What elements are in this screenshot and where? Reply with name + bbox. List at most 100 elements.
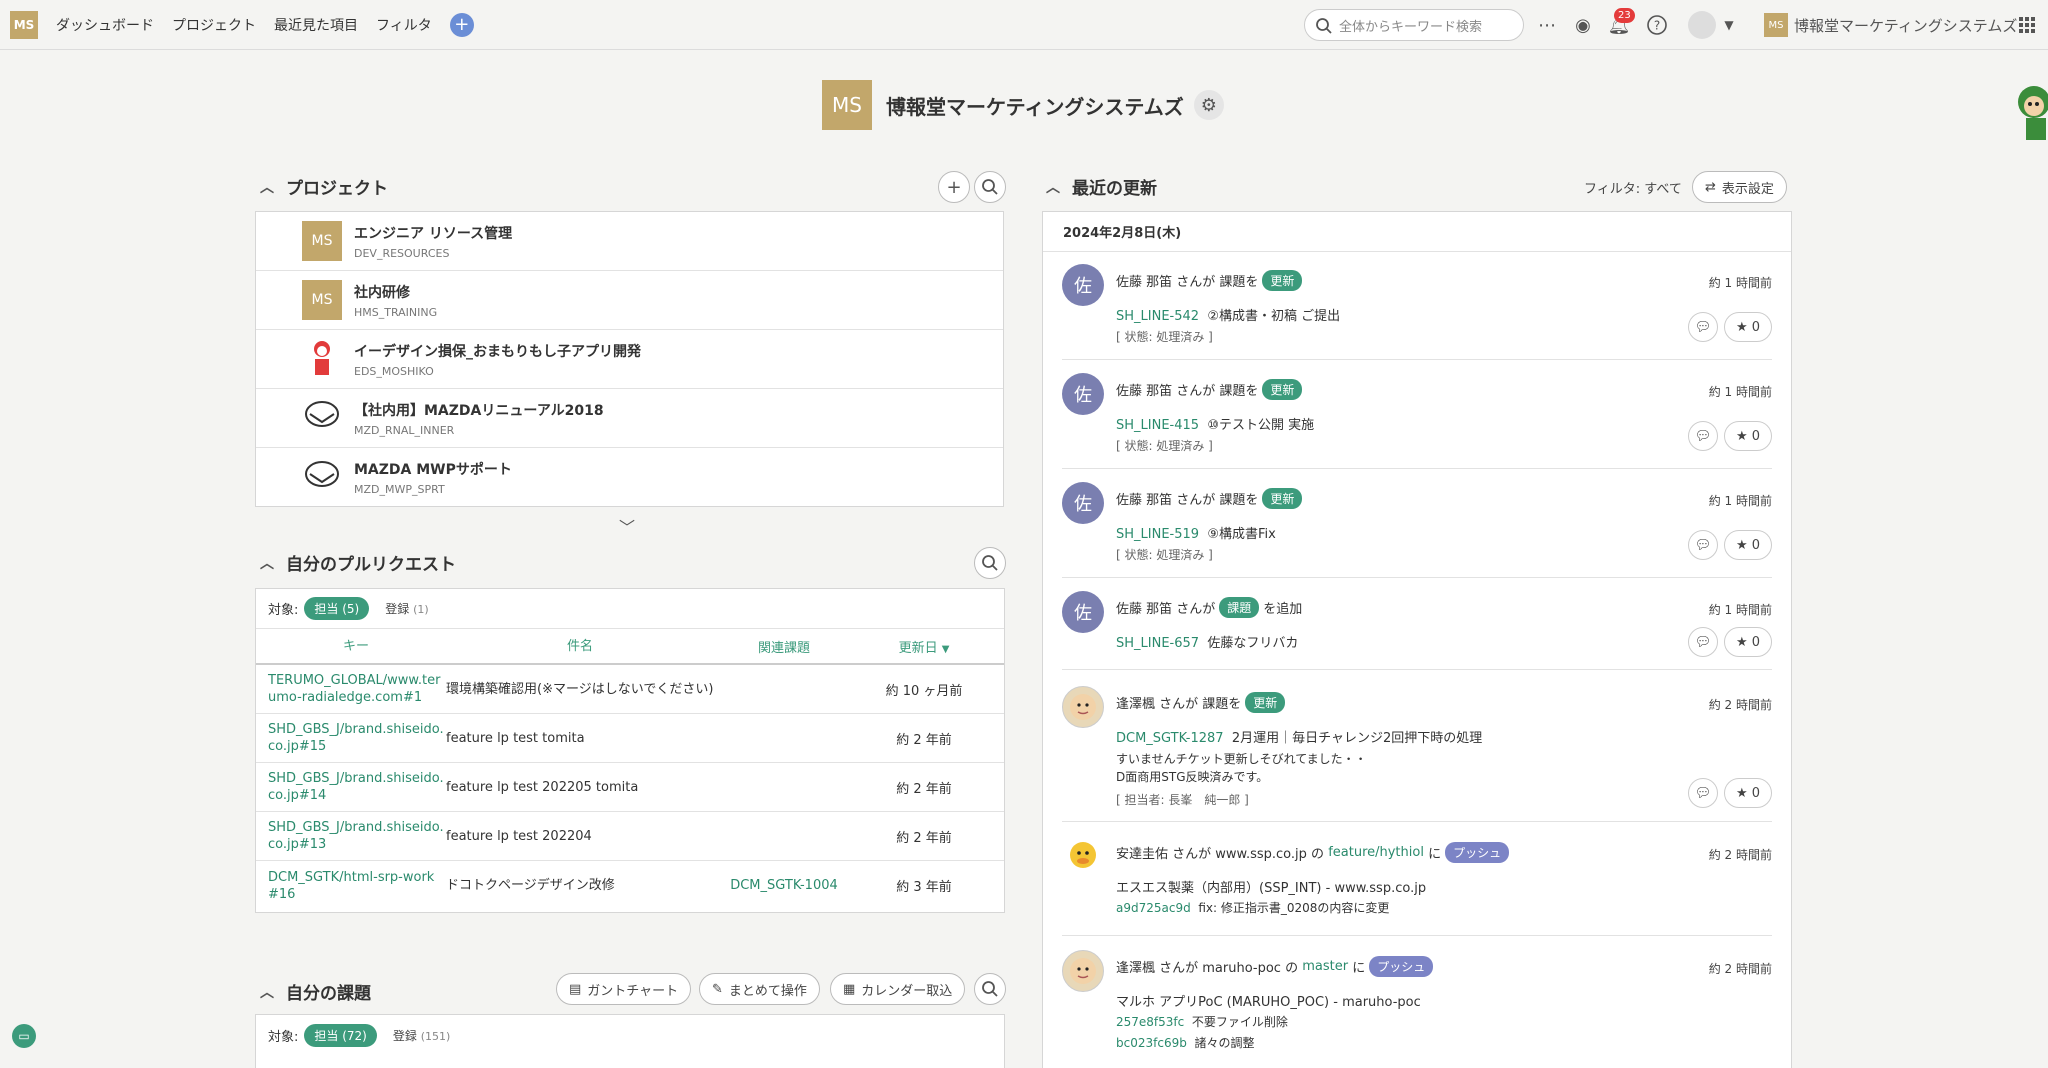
pr-key-link[interactable]: SHD_GBS_J/brand.shiseido.co.jp#13 bbox=[256, 819, 444, 853]
add-project-button[interactable]: + bbox=[938, 171, 970, 203]
search-issues-button[interactable] bbox=[974, 973, 1006, 1005]
project-item[interactable]: MS 社内研修 HMS_TRAINING bbox=[256, 271, 1003, 330]
repo-name: マルホ アプリPoC (MARUHO_POC) - maruho-poc bbox=[1116, 995, 1421, 1010]
project-item[interactable]: 【社内用】MAZDAリニューアル2018 MZD_RNAL_INNER bbox=[256, 389, 1003, 448]
project-name[interactable]: 【社内用】MAZDAリニューアル2018 bbox=[354, 400, 604, 420]
gear-icon[interactable]: ⚙ bbox=[1193, 90, 1224, 120]
chevron-up-icon[interactable]: ︿ bbox=[260, 553, 274, 573]
expand-projects-chevron-icon[interactable]: ﹀ bbox=[619, 514, 635, 538]
apps-grid-icon[interactable] bbox=[2014, 12, 2040, 38]
search-project-button[interactable] bbox=[974, 171, 1006, 203]
pr-related[interactable]: DCM_SGTK-1004 bbox=[714, 878, 854, 893]
commit-hash-link[interactable]: bc023fc69b bbox=[1116, 1036, 1187, 1050]
tab-registered[interactable]: 登録 (151) bbox=[393, 1027, 450, 1044]
nav-dashboard[interactable]: ダッシュボード bbox=[56, 15, 154, 35]
nav-filter[interactable]: フィルタ bbox=[376, 15, 432, 35]
updates-filter[interactable]: フィルタ: すべて bbox=[1584, 178, 1682, 197]
avatar[interactable]: 佐 bbox=[1062, 591, 1104, 633]
add-button[interactable]: + bbox=[449, 12, 474, 37]
pr-key-link[interactable]: TERUMO_GLOBAL/www.terumo-radialedge.com#… bbox=[256, 672, 444, 706]
pr-key-link[interactable]: SHD_GBS_J/brand.shiseido.co.jp#14 bbox=[256, 770, 444, 804]
branch-link[interactable]: feature/hythiol bbox=[1328, 845, 1424, 860]
user-avatar[interactable] bbox=[1688, 11, 1716, 39]
tab-assigned[interactable]: 担当 (72) bbox=[304, 1023, 377, 1047]
star-button[interactable]: ★ 0 bbox=[1724, 778, 1772, 808]
avatar[interactable] bbox=[1062, 686, 1104, 728]
project-name[interactable]: イーデザイン損保_おまもりもし子アプリ開発 bbox=[354, 341, 641, 361]
avatar[interactable]: 佐 bbox=[1062, 264, 1104, 306]
issue-key-link[interactable]: DCM_SGTK-1287 bbox=[1116, 731, 1224, 746]
chevron-up-icon[interactable]: ︿ bbox=[1046, 177, 1060, 197]
table-row[interactable]: SHD_GBS_J/brand.shiseido.co.jp#15 featur… bbox=[256, 714, 1004, 763]
chevron-up-icon[interactable]: ︿ bbox=[260, 177, 274, 197]
comment-icon[interactable]: 💬︎ bbox=[1688, 778, 1718, 808]
col-header-key[interactable]: キー bbox=[256, 638, 444, 655]
table-row[interactable]: TERUMO_GLOBAL/www.terumo-radialedge.com#… bbox=[256, 665, 1004, 714]
comment-icon[interactable]: 💬︎ bbox=[1688, 421, 1718, 451]
col-header-related[interactable]: 関連課題 bbox=[714, 637, 854, 656]
search-icon bbox=[1316, 18, 1332, 34]
pr-title: ドコトクページデザイン改修 bbox=[446, 878, 615, 893]
nav-recent[interactable]: 最近見た項目 bbox=[274, 15, 358, 35]
col-header-title[interactable]: 件名 bbox=[444, 638, 714, 655]
avatar[interactable]: 佐 bbox=[1062, 373, 1104, 415]
avatar[interactable] bbox=[1062, 950, 1104, 992]
calendar-import-button[interactable]: ▦ カレンダー取込 bbox=[830, 973, 966, 1005]
chevron-up-icon[interactable]: ︿ bbox=[260, 982, 274, 1002]
project-key: EDS_MOSHIKO bbox=[354, 364, 434, 378]
comment-icon[interactable]: 💬︎ bbox=[1688, 627, 1718, 657]
pr-key-link[interactable]: SHD_GBS_J/brand.shiseido.co.jp#15 bbox=[256, 721, 444, 755]
project-item[interactable]: MS エンジニア リソース管理 DEV_RESOURCES bbox=[256, 212, 1003, 271]
pr-key-link[interactable]: DCM_SGTK/html-srp-work#16 bbox=[256, 869, 444, 903]
updates-section-title[interactable]: ︿ 最近の更新 bbox=[1046, 174, 1157, 199]
avatar[interactable]: 佐 bbox=[1062, 482, 1104, 524]
issue-key-link[interactable]: SH_LINE-519 bbox=[1116, 527, 1199, 542]
space-logo[interactable]: MS bbox=[1764, 13, 1788, 37]
pullrequests-section-title[interactable]: ︿ 自分のプルリクエスト bbox=[260, 550, 456, 575]
help-icon[interactable]: ? bbox=[1644, 12, 1670, 38]
commit-hash-link[interactable]: a9d725ac9d bbox=[1116, 901, 1191, 915]
comment-icon[interactable]: 💬︎ bbox=[1688, 530, 1718, 560]
star-button[interactable]: ★ 0 bbox=[1724, 312, 1772, 342]
app-logo[interactable]: MS bbox=[10, 10, 38, 39]
issue-key-link[interactable]: SH_LINE-415 bbox=[1116, 418, 1199, 433]
display-settings-button[interactable]: ⇄ 表示設定 bbox=[1692, 171, 1787, 203]
chat-icon[interactable]: ▭ bbox=[12, 1024, 36, 1048]
nav-projects[interactable]: プロジェクト bbox=[172, 15, 256, 35]
myissues-section-title[interactable]: ︿ 自分の課題 bbox=[260, 979, 371, 1004]
project-name[interactable]: 社内研修 bbox=[354, 282, 437, 302]
issue-key-link[interactable]: SH_LINE-657 bbox=[1116, 636, 1199, 651]
branch-link[interactable]: master bbox=[1302, 959, 1348, 974]
search-pr-button[interactable] bbox=[974, 547, 1006, 579]
issue-key-link[interactable]: SH_LINE-542 bbox=[1116, 309, 1199, 324]
pr-title: feature lp test 202205 tomita bbox=[446, 779, 639, 795]
space-header-logo: MS bbox=[822, 80, 872, 130]
gantt-chart-button[interactable]: ▤ ガントチャート bbox=[556, 973, 692, 1005]
project-item[interactable]: MAZDA MWPサポート MZD_MWP_SPRT bbox=[256, 448, 1003, 507]
comment-icon[interactable]: 💬︎ bbox=[1688, 312, 1718, 342]
project-name[interactable]: エンジニア リソース管理 bbox=[354, 223, 512, 243]
star-button[interactable]: ★ 0 bbox=[1724, 627, 1772, 657]
space-name[interactable]: 博報堂マーケティングシステムズ bbox=[1794, 15, 2017, 36]
status-badge: 更新 bbox=[1262, 379, 1303, 400]
table-row[interactable]: SHD_GBS_J/brand.shiseido.co.jp#13 featur… bbox=[256, 812, 1004, 861]
commit-hash-link[interactable]: 257e8f53fc bbox=[1116, 1015, 1184, 1029]
table-row[interactable]: SHD_GBS_J/brand.shiseido.co.jp#14 featur… bbox=[256, 763, 1004, 812]
pr-tabs: 対象: 担当 (5) 登録 (1) bbox=[256, 589, 1004, 629]
watch-icon[interactable]: ◉ bbox=[1570, 12, 1596, 38]
col-header-date[interactable]: 更新日 ▼ bbox=[854, 637, 994, 656]
tab-assigned[interactable]: 担当 (5) bbox=[304, 597, 370, 620]
chevron-down-icon[interactable]: ▼ bbox=[1716, 12, 1742, 38]
star-button[interactable]: ★ 0 bbox=[1724, 421, 1772, 451]
project-name[interactable]: MAZDA MWPサポート bbox=[354, 459, 512, 479]
more-icon[interactable]: ⋯ bbox=[1534, 12, 1560, 38]
avatar[interactable] bbox=[1062, 836, 1104, 878]
table-row[interactable]: DCM_SGTK/html-srp-work#16 ドコトクページデザイン改修 … bbox=[256, 861, 1004, 910]
global-search-input[interactable]: 全体からキーワード検索 bbox=[1304, 9, 1524, 41]
bulk-edit-button[interactable]: ✎ まとめて操作 bbox=[699, 973, 820, 1005]
projects-section-title[interactable]: ︿ プロジェクト bbox=[260, 174, 388, 199]
star-button[interactable]: ★ 0 bbox=[1724, 530, 1772, 560]
tab-registered[interactable]: 登録 (1) bbox=[385, 600, 428, 617]
project-key: DEV_RESOURCES bbox=[354, 246, 450, 260]
project-item[interactable]: イーデザイン損保_おまもりもし子アプリ開発 EDS_MOSHIKO bbox=[256, 330, 1003, 389]
